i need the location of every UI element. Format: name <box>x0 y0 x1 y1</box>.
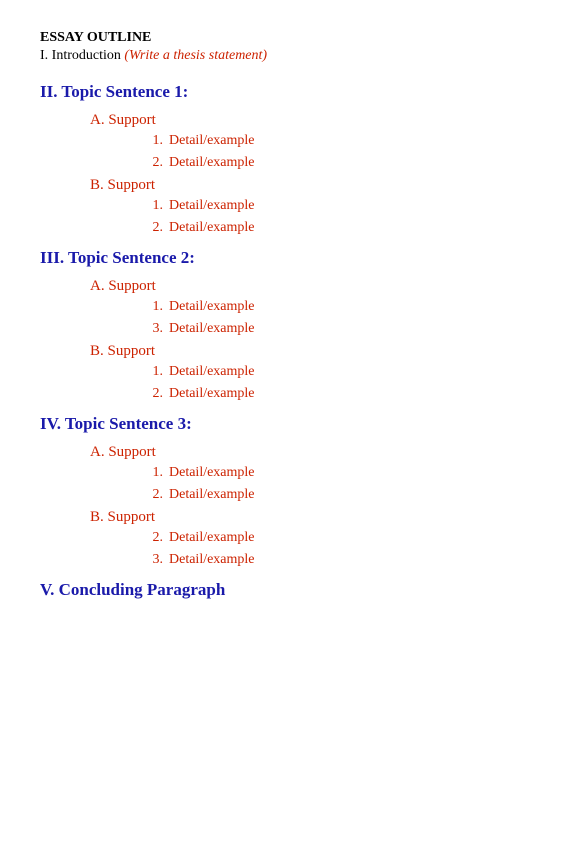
detail-item: 1. Detail/example <box>145 465 531 481</box>
detail-item: 3. Detail/example <box>145 321 531 337</box>
detail-text: Detail/example <box>169 465 255 481</box>
detail-item: 2. Detail/example <box>145 220 531 236</box>
detail-num: 2. <box>145 487 163 503</box>
support-2-2: B. Support 1. Detail/example 2. Detail/examp… <box>40 343 531 402</box>
detail-num: 2. <box>145 530 163 546</box>
detail-list-2-2: 1. Detail/example 2. Detail/example <box>145 364 531 402</box>
detail-item: 1. Detail/example <box>145 299 531 315</box>
support-label-3-2: B. Support <box>90 509 531 526</box>
sections-container: II. Topic Sentence 1: A. Support 1. Detail/… <box>40 82 531 568</box>
support-label-2-1: A. Support <box>90 278 531 295</box>
detail-item: 2. Detail/example <box>145 530 531 546</box>
detail-item: 2. Detail/example <box>145 386 531 402</box>
detail-list-3-1: 1. Detail/example 2. Detail/example <box>145 465 531 503</box>
section-heading-3: IV. Topic Sentence 3: <box>40 414 531 434</box>
detail-num: 2. <box>145 220 163 236</box>
detail-num: 1. <box>145 198 163 214</box>
detail-list-2-1: 1. Detail/example 3. Detail/example <box>145 299 531 337</box>
introduction-label: I. Introduction <box>40 48 121 63</box>
detail-text: Detail/example <box>169 552 255 568</box>
detail-text: Detail/example <box>169 386 255 402</box>
detail-text: Detail/example <box>169 155 255 171</box>
detail-num: 2. <box>145 386 163 402</box>
support-3-1: A. Support 1. Detail/example 2. Detail/examp… <box>40 444 531 503</box>
section-1: II. Topic Sentence 1: A. Support 1. Detail/… <box>40 82 531 236</box>
detail-text: Detail/example <box>169 220 255 236</box>
introduction-line: I. Introduction (Write a thesis statemen… <box>40 48 531 64</box>
detail-text: Detail/example <box>169 321 255 337</box>
support-1-2: B. Support 1. Detail/example 2. Detail/examp… <box>40 177 531 236</box>
detail-item: 1. Detail/example <box>145 364 531 380</box>
detail-item: 1. Detail/example <box>145 198 531 214</box>
detail-item: 2. Detail/example <box>145 155 531 171</box>
detail-list-3-2: 2. Detail/example 3. Detail/example <box>145 530 531 568</box>
support-2-1: A. Support 1. Detail/example 3. Detail/examp… <box>40 278 531 337</box>
section-heading-2: III. Topic Sentence 2: <box>40 248 531 268</box>
detail-num: 2. <box>145 155 163 171</box>
detail-text: Detail/example <box>169 133 255 149</box>
concluding-paragraph: V. Concluding Paragraph <box>40 580 531 600</box>
detail-num: 1. <box>145 465 163 481</box>
page-title: ESSAY OUTLINE <box>40 30 531 46</box>
detail-num: 3. <box>145 552 163 568</box>
support-label-1-2: B. Support <box>90 177 531 194</box>
detail-item: 1. Detail/example <box>145 133 531 149</box>
introduction-italic: (Write a thesis statement) <box>121 48 267 63</box>
support-label-3-1: A. Support <box>90 444 531 461</box>
detail-list-1-1: 1. Detail/example 2. Detail/example <box>145 133 531 171</box>
detail-text: Detail/example <box>169 198 255 214</box>
detail-num: 1. <box>145 364 163 380</box>
detail-num: 3. <box>145 321 163 337</box>
page: ESSAY OUTLINE I. Introduction (Write a t… <box>0 0 571 630</box>
detail-text: Detail/example <box>169 299 255 315</box>
detail-text: Detail/example <box>169 487 255 503</box>
section-3: IV. Topic Sentence 3: A. Support 1. Detail/… <box>40 414 531 568</box>
section-heading-1: II. Topic Sentence 1: <box>40 82 531 102</box>
support-3-2: B. Support 2. Detail/example 3. Detail/examp… <box>40 509 531 568</box>
detail-num: 1. <box>145 133 163 149</box>
detail-item: 2. Detail/example <box>145 487 531 503</box>
detail-list-1-2: 1. Detail/example 2. Detail/example <box>145 198 531 236</box>
support-label-1-1: A. Support <box>90 112 531 129</box>
support-1-1: A. Support 1. Detail/example 2. Detail/examp… <box>40 112 531 171</box>
section-2: III. Topic Sentence 2: A. Support 1. Detail… <box>40 248 531 402</box>
detail-num: 1. <box>145 299 163 315</box>
detail-item: 3. Detail/example <box>145 552 531 568</box>
detail-text: Detail/example <box>169 530 255 546</box>
detail-text: Detail/example <box>169 364 255 380</box>
support-label-2-2: B. Support <box>90 343 531 360</box>
